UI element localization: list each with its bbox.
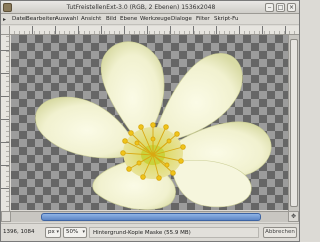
flower-image: [35, 41, 272, 210]
menu-bearbeiten[interactable]: Bearbeiten: [26, 14, 56, 25]
menu-filter[interactable]: Filter: [196, 14, 210, 25]
status-message: Hintergrund-Kopie Maske (55.9 MB): [89, 227, 259, 238]
menu-skript-fu[interactable]: Skript-Fu: [214, 14, 238, 25]
horizontal-scroll-thumb[interactable]: [41, 213, 261, 221]
menu-ansicht[interactable]: Ansicht: [81, 14, 101, 25]
vertical-scroll-thumb[interactable]: [290, 39, 298, 207]
close-icon[interactable]: ×: [287, 3, 296, 12]
unit-select[interactable]: px ▾: [45, 227, 61, 238]
horizontal-scrollbar[interactable]: [11, 211, 288, 222]
menu-werkzeuge[interactable]: Werkzeuge: [140, 14, 171, 25]
unit-value: px: [48, 229, 55, 235]
zoom-select[interactable]: 50% ▾: [63, 227, 87, 238]
ruler-corner[interactable]: [1, 26, 10, 35]
zoom-value: 50%: [66, 229, 79, 235]
gimp-image-icon[interactable]: [3, 3, 12, 12]
menu-datei[interactable]: Datei: [12, 14, 27, 25]
vertical-ruler[interactable]: [1, 35, 10, 211]
menu-bar: ▸ Datei Bearbeiten Auswahl Ansicht Bild …: [1, 14, 299, 25]
navigate-icon[interactable]: ✥: [288, 211, 299, 222]
minimize-icon[interactable]: ‒: [265, 3, 274, 12]
status-bar: 1396, 1084 px ▾ 50% ▾ Hintergrund-Kopie …: [1, 223, 299, 241]
chevron-down-icon: ▾: [56, 229, 59, 235]
horizontal-ruler[interactable]: [10, 26, 299, 35]
cancel-button[interactable]: Abbrechen: [263, 227, 297, 238]
menu-bild[interactable]: Bild: [106, 14, 116, 25]
menu-arrow-icon[interactable]: ▸: [3, 16, 10, 23]
image-window: TutFreistellenExt-3.0 (RGB, 2 Ebenen) 15…: [0, 0, 300, 242]
vertical-scrollbar[interactable]: [288, 35, 299, 211]
title-bar[interactable]: TutFreistellenExt-3.0 (RGB, 2 Ebenen) 15…: [1, 1, 299, 14]
window-title: TutFreistellenExt-3.0 (RGB, 2 Ebenen) 15…: [66, 4, 216, 11]
chevron-down-icon: ▾: [82, 229, 85, 235]
menu-ebene[interactable]: Ebene: [120, 14, 137, 25]
image-canvas[interactable]: [11, 35, 288, 210]
menu-dialoge[interactable]: Dialoge: [171, 14, 192, 25]
maximize-icon[interactable]: □: [276, 3, 285, 12]
menu-auswahl[interactable]: Auswahl: [55, 14, 78, 25]
pointer-coordinates: 1396, 1084: [3, 229, 35, 235]
quick-mask-toggle[interactable]: [1, 211, 11, 222]
